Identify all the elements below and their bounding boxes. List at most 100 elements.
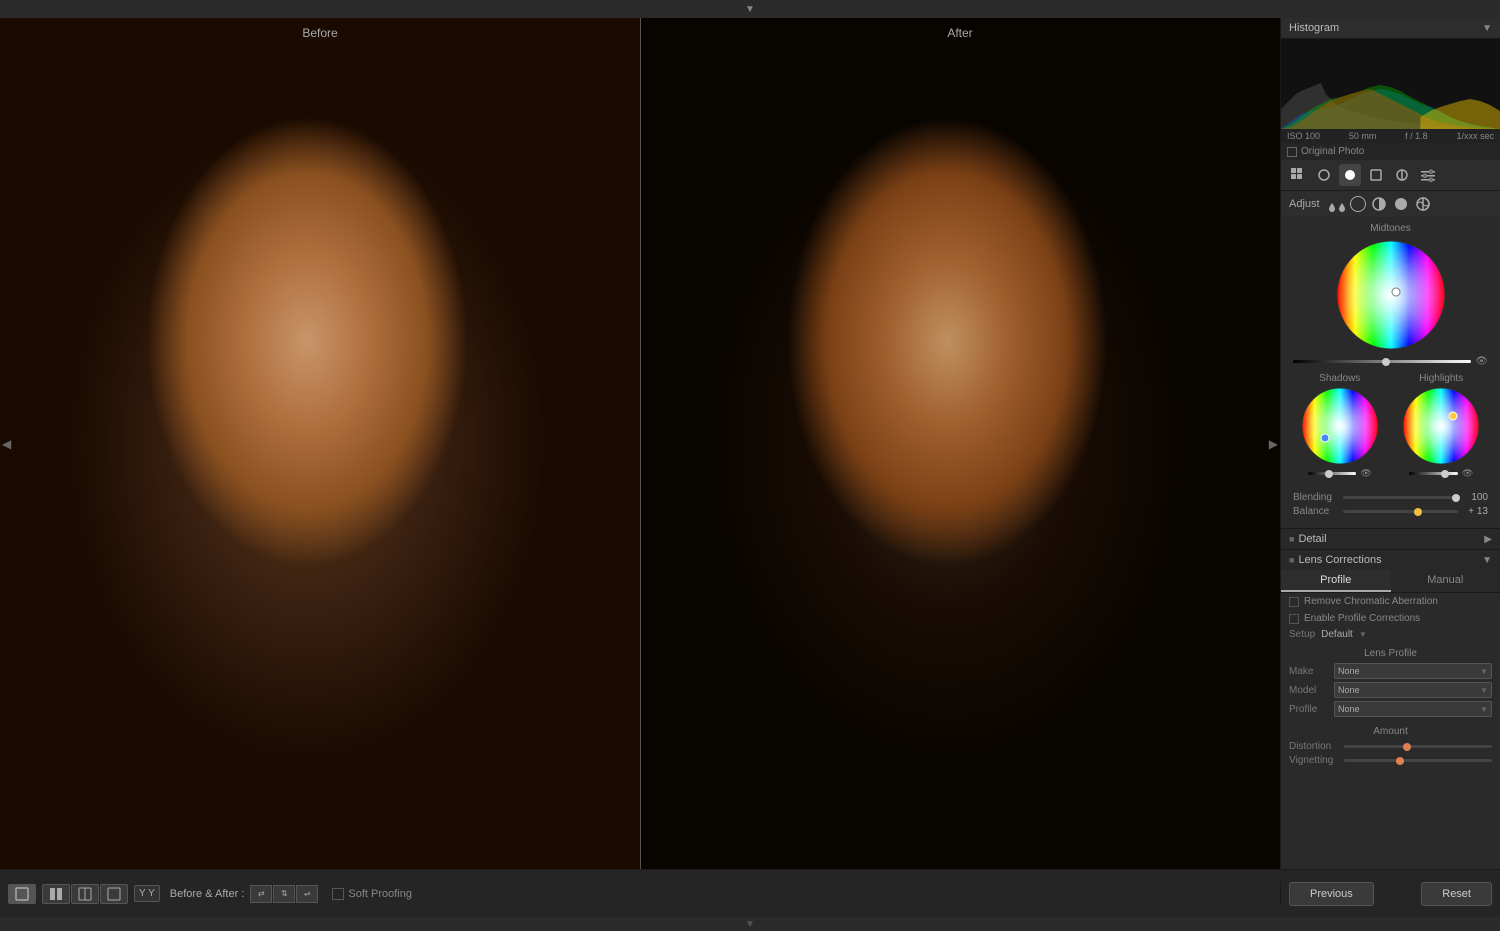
vignetting-label: Vignetting xyxy=(1289,755,1344,766)
setup-arrow[interactable]: ▼ xyxy=(1359,630,1367,639)
amount-title: Amount xyxy=(1289,726,1492,737)
original-photo-checkbox[interactable] xyxy=(1287,147,1297,157)
side-arrow-left[interactable]: ◀ xyxy=(2,437,11,451)
profile-row: Profile None ▼ xyxy=(1289,701,1492,717)
highlights-luminance-thumb[interactable] xyxy=(1441,470,1449,478)
histogram-collapse-arrow[interactable]: ▼ xyxy=(1482,23,1492,34)
circle-outline-tool-icon[interactable] xyxy=(1391,164,1413,186)
circle-tool-icon[interactable] xyxy=(1313,164,1335,186)
blending-balance-section: Blending 100 Balance + 13 xyxy=(1285,485,1496,524)
histogram-info: ISO 100 50 mm f / 1.8 1/xxx sec xyxy=(1281,129,1500,143)
after-label: After xyxy=(640,26,1280,40)
soft-proof-checkbox[interactable] xyxy=(332,888,344,900)
profile-select[interactable]: None ▼ xyxy=(1334,701,1492,717)
top-bar-arrow: ▼ xyxy=(745,4,755,15)
vy-label[interactable]: Y Y xyxy=(134,885,160,902)
make-value: None xyxy=(1338,666,1360,676)
distortion-row: Distortion xyxy=(1289,741,1492,752)
soft-proof-label: Soft Proofing xyxy=(348,888,412,900)
view-compare-btn[interactable] xyxy=(71,884,99,904)
tool-icons-row xyxy=(1281,160,1500,191)
highlights-eye-icon[interactable]: 👁 xyxy=(1462,468,1473,479)
blending-thumb[interactable] xyxy=(1452,494,1460,502)
reset-button[interactable]: Reset xyxy=(1421,882,1492,906)
shadows-luminance-row: 👁 xyxy=(1300,466,1380,481)
view-single-btn[interactable] xyxy=(8,884,36,904)
adjust-full-circle-icon[interactable] xyxy=(1392,195,1410,213)
enable-profile-checkbox[interactable] xyxy=(1289,614,1299,624)
make-select[interactable]: None ▼ xyxy=(1334,663,1492,679)
portrait-after-overlay xyxy=(640,18,1280,869)
color-wheels-section: Midtones xyxy=(1281,217,1500,528)
histogram-shutter: 1/xxx sec xyxy=(1456,131,1494,141)
distortion-slider[interactable] xyxy=(1344,745,1492,748)
soft-proof-row: Soft Proofing xyxy=(332,888,412,900)
grid-tool-icon[interactable] xyxy=(1287,164,1309,186)
histogram-focal: 50 mm xyxy=(1349,131,1377,141)
remove-ca-row[interactable]: Remove Chromatic Aberration xyxy=(1281,593,1500,610)
bottom-left: Y Y Before & After : ⇄ ⇅ ⇌ Soft Proofing xyxy=(0,884,1280,904)
lens-collapse-icon: ■ xyxy=(1289,555,1294,565)
make-label: Make xyxy=(1289,666,1334,677)
slider-tool-icon[interactable] xyxy=(1417,164,1439,186)
midtones-wheel-container[interactable] xyxy=(1285,240,1496,350)
midtones-color-wheel[interactable] xyxy=(1336,240,1446,350)
vignetting-slider[interactable] xyxy=(1344,759,1492,762)
remove-ca-checkbox[interactable] xyxy=(1289,597,1299,607)
photos-container xyxy=(0,18,1280,869)
lens-tab-manual[interactable]: Manual xyxy=(1391,570,1500,592)
enable-profile-row[interactable]: Enable Profile Corrections xyxy=(1281,610,1500,627)
shadows-luminance-slider[interactable] xyxy=(1308,472,1357,475)
small-wheels-row: Shadows xyxy=(1285,369,1496,485)
detail-section-header[interactable]: ■ Detail ▶ xyxy=(1281,528,1500,549)
lens-profile-section: Lens Profile Make None ▼ Model None ▼ Pr… xyxy=(1281,644,1500,724)
histogram-header[interactable]: Histogram ▼ xyxy=(1281,18,1500,39)
lens-corrections-section-header[interactable]: ■ Lens Corrections ▼ xyxy=(1281,549,1500,570)
lens-section-arrow[interactable]: ▼ xyxy=(1482,555,1492,566)
midtones-wheel-svg xyxy=(1336,240,1446,350)
vignetting-thumb[interactable] xyxy=(1396,757,1404,765)
highlights-luminance-slider[interactable] xyxy=(1409,472,1458,475)
previous-button[interactable]: Previous xyxy=(1289,882,1374,906)
view-loop-btn[interactable] xyxy=(100,884,128,904)
view-mode-select[interactable]: Y Y xyxy=(134,885,160,902)
original-photo-row[interactable]: Original Photo xyxy=(1281,143,1500,160)
side-arrow-right[interactable]: ▶ xyxy=(1269,437,1278,451)
midtones-label: Midtones xyxy=(1285,221,1496,236)
setup-row[interactable]: Setup Default ▼ xyxy=(1281,627,1500,644)
blending-slider[interactable] xyxy=(1343,496,1458,499)
balance-thumb[interactable] xyxy=(1414,508,1422,516)
bottom-scroll: ▼ xyxy=(0,917,1500,931)
square-tool-icon[interactable] xyxy=(1365,164,1387,186)
adjust-drops-icon[interactable] xyxy=(1328,195,1346,213)
view-grid-btn[interactable] xyxy=(42,884,70,904)
highlights-luminance-row: 👁 xyxy=(1401,466,1481,481)
before-after-swap-btn[interactable]: ⇌ xyxy=(296,885,318,903)
before-after-top-bottom-btn[interactable]: ⇅ xyxy=(273,885,295,903)
adjust-circle-icon[interactable] xyxy=(1350,196,1366,212)
filled-circle-tool-icon[interactable] xyxy=(1339,164,1361,186)
shadows-label: Shadows xyxy=(1319,373,1360,384)
adjust-contrast-icon[interactable] xyxy=(1414,195,1432,213)
enable-profile-label: Enable Profile Corrections xyxy=(1304,613,1420,624)
detail-header-left: ■ Detail xyxy=(1289,533,1327,545)
profile-select-arrow: ▼ xyxy=(1480,705,1488,714)
model-select[interactable]: None ▼ xyxy=(1334,682,1492,698)
midtones-luminance-thumb[interactable] xyxy=(1382,358,1390,366)
original-photo-label: Original Photo xyxy=(1301,146,1364,157)
balance-slider[interactable] xyxy=(1343,510,1458,513)
shadows-eye-icon[interactable]: 👁 xyxy=(1360,468,1371,479)
highlights-color-wheel[interactable] xyxy=(1401,386,1481,466)
detail-section-arrow[interactable]: ▶ xyxy=(1484,534,1492,545)
midtones-eye-icon[interactable]: 👁 xyxy=(1475,356,1488,367)
shadows-luminance-thumb[interactable] xyxy=(1325,470,1333,478)
lens-tab-profile[interactable]: Profile xyxy=(1281,570,1391,592)
adjust-half-circle-icon[interactable] xyxy=(1370,195,1388,213)
midtones-luminance-slider[interactable] xyxy=(1293,360,1471,363)
top-bar: ▼ xyxy=(0,0,1500,18)
adjust-row: Adjust xyxy=(1281,191,1500,217)
before-after-left-right-btn[interactable]: ⇄ xyxy=(250,885,272,903)
distortion-thumb[interactable] xyxy=(1403,743,1411,751)
blending-value: 100 xyxy=(1458,492,1488,503)
shadows-color-wheel[interactable] xyxy=(1300,386,1380,466)
